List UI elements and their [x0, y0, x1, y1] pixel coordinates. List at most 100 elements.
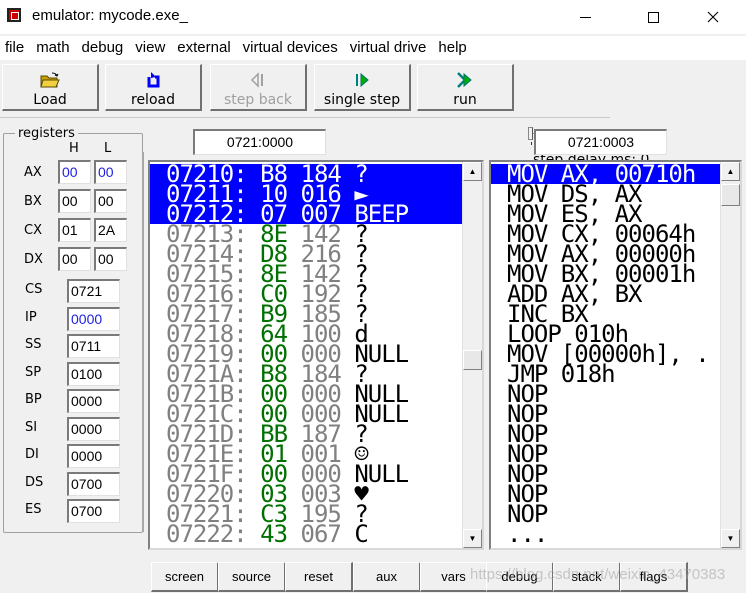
run-icon [456, 69, 474, 91]
register-bx-l-field[interactable]: 00 [94, 189, 127, 213]
source-button[interactable]: source [218, 562, 286, 592]
register-si-field[interactable]: 0000 [67, 416, 120, 441]
load-button[interactable]: Load [2, 64, 99, 111]
memory-row[interactable]: 07222: 43 067 C [150, 522, 462, 546]
register-label-ss: SS [25, 337, 42, 352]
register-label-si: SI [25, 419, 38, 435]
vars-button[interactable]: vars [420, 562, 488, 592]
register-bp-field[interactable]: 0000 [67, 389, 120, 413]
register-ds-field[interactable]: 0700 [67, 471, 120, 496]
step-back-icon [250, 69, 266, 91]
register-label-ax: AX [24, 165, 42, 180]
register-ss-field[interactable]: 0711 [67, 334, 120, 358]
minimize-button[interactable] [562, 0, 608, 34]
register-cs-field[interactable]: 0721 [67, 279, 120, 303]
register-label-dx: DX [24, 252, 43, 267]
register-label-di: DI [25, 447, 39, 462]
scroll-thumb[interactable] [463, 350, 482, 370]
register-es-field[interactable]: 0700 [67, 499, 120, 523]
disassembly-row[interactable]: ... [491, 522, 720, 546]
memory-address: 07222: [166, 520, 248, 548]
disassembly-scrollbar[interactable]: ▲ ▼ [720, 162, 740, 548]
memory-char-value: C [354, 520, 368, 548]
close-icon [707, 11, 719, 23]
register-label-bp: BP [25, 392, 42, 407]
step-back-button[interactable]: step back [210, 64, 307, 111]
reset-button[interactable]: reset [285, 562, 353, 592]
menu-view[interactable]: view [129, 36, 171, 60]
reload-icon [144, 69, 162, 91]
minimize-icon [579, 16, 591, 18]
memory-scrollbar[interactable]: ▲ ▼ [462, 162, 482, 548]
single-step-label: single step [323, 92, 401, 108]
registers-divider [142, 152, 144, 532]
memory-address-field[interactable]: 0721:0000 [193, 129, 326, 155]
register-ax-l-field[interactable]: 00 [94, 160, 127, 184]
disassembly-address-field[interactable]: 0721:0003 [534, 129, 667, 155]
disassembly-list[interactable]: MOV AX, 00710h MOV DS, AX MOV ES, AX MOV CX… [489, 160, 742, 550]
register-dx-l-field[interactable]: 00 [94, 247, 127, 271]
slider-thumb[interactable] [528, 127, 533, 140]
memory-list[interactable]: 07210: B8 184 ? 07211: 10 016 ► 07212: 07 … [148, 160, 484, 550]
register-label-cs: CS [25, 282, 43, 297]
menu-debug[interactable]: debug [76, 36, 130, 60]
register-dx-h-field[interactable]: 00 [58, 247, 91, 271]
bottom-button-bar: screen source reset aux vars debug stack… [148, 562, 746, 593]
stack-button[interactable]: stack [553, 562, 621, 592]
title-bar: emulator: mycode.exe_ [0, 0, 746, 34]
menu-virtual-drive[interactable]: virtual drive [344, 36, 433, 60]
single-step-button[interactable]: single step [314, 64, 411, 111]
toolbar: Load reload step back single step run [0, 60, 746, 168]
screen-button[interactable]: screen [151, 562, 219, 592]
registers-panel: registers H L AX 00 00 BX 00 00 CX 01 2A DX 00 00 C… [3, 126, 143, 533]
register-label-es: ES [25, 502, 42, 517]
reload-button[interactable]: reload [105, 64, 202, 111]
register-label-ds: DS [25, 474, 44, 490]
scroll-up-button[interactable]: ▲ [463, 162, 482, 181]
step-back-label: step back [223, 92, 292, 108]
scroll-thumb[interactable] [721, 184, 740, 206]
debug-button[interactable]: debug [486, 562, 554, 592]
close-button[interactable] [690, 0, 736, 34]
memory-decimal-value: 067 [300, 520, 342, 548]
arrow-down-icon: ▼ [468, 534, 477, 543]
register-label-ip: IP [25, 309, 37, 325]
single-step-icon [354, 69, 370, 91]
menu-virtual-devices[interactable]: virtual devices [237, 36, 344, 60]
register-sp-field[interactable]: 0100 [67, 361, 120, 386]
register-ip-field[interactable]: 0000 [67, 306, 120, 331]
register-cx-l-field[interactable]: 2A [94, 218, 127, 242]
registers-title: registers [15, 126, 78, 141]
menu-file[interactable]: file [0, 36, 30, 60]
arrow-up-icon: ▲ [726, 167, 735, 176]
low-byte-header: L [104, 141, 112, 156]
arrow-up-icon: ▲ [468, 167, 477, 176]
menu-help[interactable]: help [432, 36, 472, 60]
toolbar-divider [0, 117, 610, 118]
memory-hex-value: 43 [260, 520, 288, 548]
reload-label: reload [131, 92, 175, 108]
scroll-down-button[interactable]: ▼ [463, 529, 482, 548]
maximize-button[interactable] [630, 0, 676, 34]
register-bx-h-field[interactable]: 00 [58, 189, 91, 213]
flags-button[interactable]: flags [620, 562, 688, 592]
register-di-field[interactable]: 0000 [67, 444, 120, 468]
aux-button[interactable]: aux [353, 562, 421, 592]
register-cx-h-field[interactable]: 01 [58, 218, 91, 242]
menu-math[interactable]: math [30, 36, 75, 60]
window-title: emulator: mycode.exe_ [32, 7, 188, 24]
slider-tick [531, 142, 532, 145]
register-ax-h-field[interactable]: 00 [58, 160, 91, 184]
register-label-cx: CX [24, 223, 42, 238]
run-button[interactable]: run [417, 64, 514, 111]
folder-open-icon [40, 69, 60, 91]
register-label-sp: SP [25, 364, 42, 380]
app-chip-icon [7, 8, 21, 22]
scroll-up-button[interactable]: ▲ [721, 162, 740, 181]
arrow-down-icon: ▼ [726, 534, 735, 543]
high-byte-header: H [69, 141, 79, 156]
menu-external[interactable]: external [171, 36, 236, 60]
scroll-down-button[interactable]: ▼ [721, 529, 740, 548]
